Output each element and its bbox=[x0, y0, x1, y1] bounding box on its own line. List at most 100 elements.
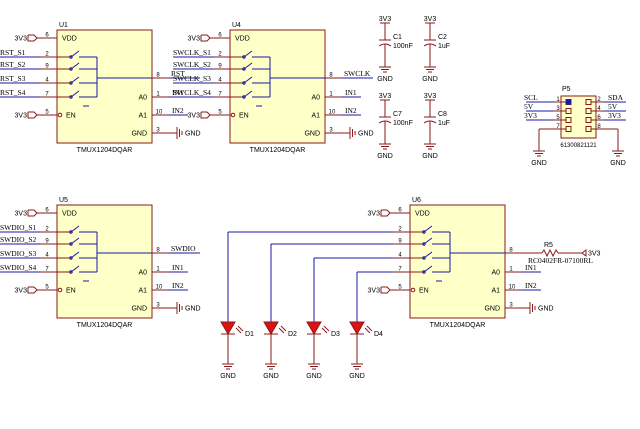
cap-value: 100nF bbox=[393, 120, 413, 127]
cap-ref: C2 bbox=[438, 34, 447, 41]
pin-number: 10 bbox=[509, 285, 516, 291]
ground-label: GND bbox=[377, 76, 393, 83]
chip-part-number: TMUX1204DQAR bbox=[250, 147, 306, 154]
ground-label: GND bbox=[185, 306, 201, 313]
chip-body bbox=[56, 204, 153, 319]
led-ref: D2 bbox=[288, 331, 297, 338]
input-net-label: SWCLK_S4 bbox=[173, 88, 211, 97]
power-arrow bbox=[27, 34, 38, 42]
input-net-label: SWCLK_S2 bbox=[173, 60, 211, 69]
power-port: 3V3 bbox=[15, 286, 40, 295]
power-arrow bbox=[200, 34, 211, 42]
capacitor-c1: 3V3 C1 100nF GND bbox=[377, 16, 413, 83]
ground-label: GND bbox=[422, 153, 438, 160]
chip-body bbox=[56, 29, 153, 144]
ground-label: GND bbox=[185, 131, 201, 138]
cap-value: 1uF bbox=[438, 43, 450, 50]
power-arrow bbox=[27, 286, 38, 294]
cap-net-label: 3V3 bbox=[379, 93, 392, 100]
net-label-a0: IN1 bbox=[345, 88, 357, 97]
led-ref: D1 bbox=[245, 331, 254, 338]
ground-label: GND bbox=[610, 160, 626, 167]
power-port: 3V3 bbox=[368, 286, 393, 295]
pin-name-a0: A0 bbox=[138, 95, 147, 102]
ground-label: GND bbox=[306, 373, 322, 380]
led-triangle bbox=[349, 321, 365, 335]
ground-label: GND bbox=[358, 131, 374, 138]
pin-name-vdd: VDD bbox=[62, 36, 77, 43]
cap-ref: C8 bbox=[438, 111, 447, 118]
led-d4: D4 GND bbox=[349, 321, 383, 380]
pin-name-en: EN bbox=[66, 113, 76, 120]
chip-ref: U4 bbox=[232, 22, 241, 29]
cap-value: 100nF bbox=[393, 43, 413, 50]
net-label-a0: IN1 bbox=[172, 263, 184, 272]
ground-label: GND bbox=[220, 373, 236, 380]
ground-symbol: GND bbox=[169, 127, 201, 139]
power-port-label: 3V3 bbox=[368, 211, 381, 218]
connector-net-left: 5V bbox=[524, 102, 534, 111]
power-port: 3V3 bbox=[188, 34, 213, 43]
output-net-label: SWDIO bbox=[171, 244, 196, 253]
mux-u6: U66 VDD3V35 EN3V3294781A0IN110A1IN23GND GND… bbox=[368, 197, 554, 329]
capacitor-c7: 3V3 C7 100nF GND bbox=[377, 93, 413, 160]
pin-number: 10 bbox=[329, 110, 336, 116]
chip-body bbox=[229, 29, 326, 144]
ground-symbol: GND bbox=[531, 143, 547, 167]
pin-name-vdd: VDD bbox=[62, 211, 77, 218]
input-net-label: SWDIO_S4 bbox=[0, 263, 37, 272]
chip-part-number: TMUX1204DQAR bbox=[430, 322, 486, 329]
pin-name-gnd: GND bbox=[484, 306, 500, 313]
input-net-label: SWDIO_S1 bbox=[0, 223, 37, 232]
cap-net-label: 3V3 bbox=[424, 93, 437, 100]
ground-symbol: GND bbox=[342, 127, 374, 139]
pin-name-vdd: VDD bbox=[415, 211, 430, 218]
pin-name-vdd: VDD bbox=[235, 36, 250, 43]
output-net-label: SWCLK bbox=[344, 69, 371, 78]
power-port-label: 3V3 bbox=[188, 36, 201, 43]
input-net-label: RST_S4 bbox=[0, 88, 26, 97]
connector-p5: P51 2SCL SDA3 45V 5V5 63V3 3V37 8GND GND61300821… bbox=[524, 86, 626, 167]
led-triangle bbox=[263, 321, 279, 335]
resistor-part: RC0402FR-07100RL bbox=[528, 256, 593, 265]
connector-ref: P5 bbox=[562, 86, 571, 93]
chip-part-number: TMUX1204DQAR bbox=[77, 322, 133, 329]
resistor-ref: R5 bbox=[544, 242, 553, 249]
mux-u1: U16 VDD3V35 EN3V32RST_S19RST_S24RST_S37RST… bbox=[0, 22, 201, 154]
pin-name-gnd: GND bbox=[304, 131, 320, 138]
ground-symbol: GND bbox=[522, 302, 554, 314]
ground-label: GND bbox=[349, 373, 365, 380]
ground-label: GND bbox=[263, 373, 279, 380]
cap-net-label: 3V3 bbox=[424, 16, 437, 23]
connector-net-right: 3V3 bbox=[608, 111, 621, 120]
power-port: 3V3 bbox=[15, 111, 40, 120]
led-ref: D3 bbox=[331, 331, 340, 338]
ground-symbol: GND bbox=[349, 356, 365, 380]
mux-u5: U56 VDD3V35 EN3V32SWDIO_S19SWDIO_S24SWDIO_… bbox=[0, 197, 201, 329]
input-net-label: SWDIO_S3 bbox=[0, 249, 37, 258]
power-port-label: 3V3 bbox=[15, 36, 28, 43]
ground-symbol: GND bbox=[377, 59, 393, 83]
pin-name-gnd: GND bbox=[131, 131, 147, 138]
pin-name-gnd: GND bbox=[131, 306, 147, 313]
capacitor-c2: 3V3 C2 1uF GND bbox=[422, 16, 450, 83]
capacitor-c8: 3V3 C8 1uF GND bbox=[422, 93, 450, 160]
cap-net-label: 3V3 bbox=[379, 16, 392, 23]
power-port-label: 3V3 bbox=[368, 288, 381, 295]
pin-number: 10 bbox=[156, 110, 163, 116]
chip-ref: U6 bbox=[412, 197, 421, 204]
input-net-label: SWDIO_S2 bbox=[0, 235, 37, 244]
pin-name-a0: A0 bbox=[138, 270, 147, 277]
ground-symbol: GND bbox=[422, 59, 438, 83]
cap-value: 1uF bbox=[438, 120, 450, 127]
led-bank: D1 GND D2 GND D3 GND D4 GND bbox=[220, 231, 393, 380]
pin-number: 10 bbox=[156, 285, 163, 291]
pin-name-en: EN bbox=[239, 113, 249, 120]
net-label-a1: IN2 bbox=[172, 281, 184, 290]
led-triangle bbox=[306, 321, 322, 335]
pin-name-a0: A0 bbox=[311, 95, 320, 102]
pin-name-en: EN bbox=[419, 288, 429, 295]
pin-name-a0: A0 bbox=[491, 270, 500, 277]
cap-ref: C1 bbox=[393, 34, 402, 41]
power-arrow bbox=[380, 286, 391, 294]
